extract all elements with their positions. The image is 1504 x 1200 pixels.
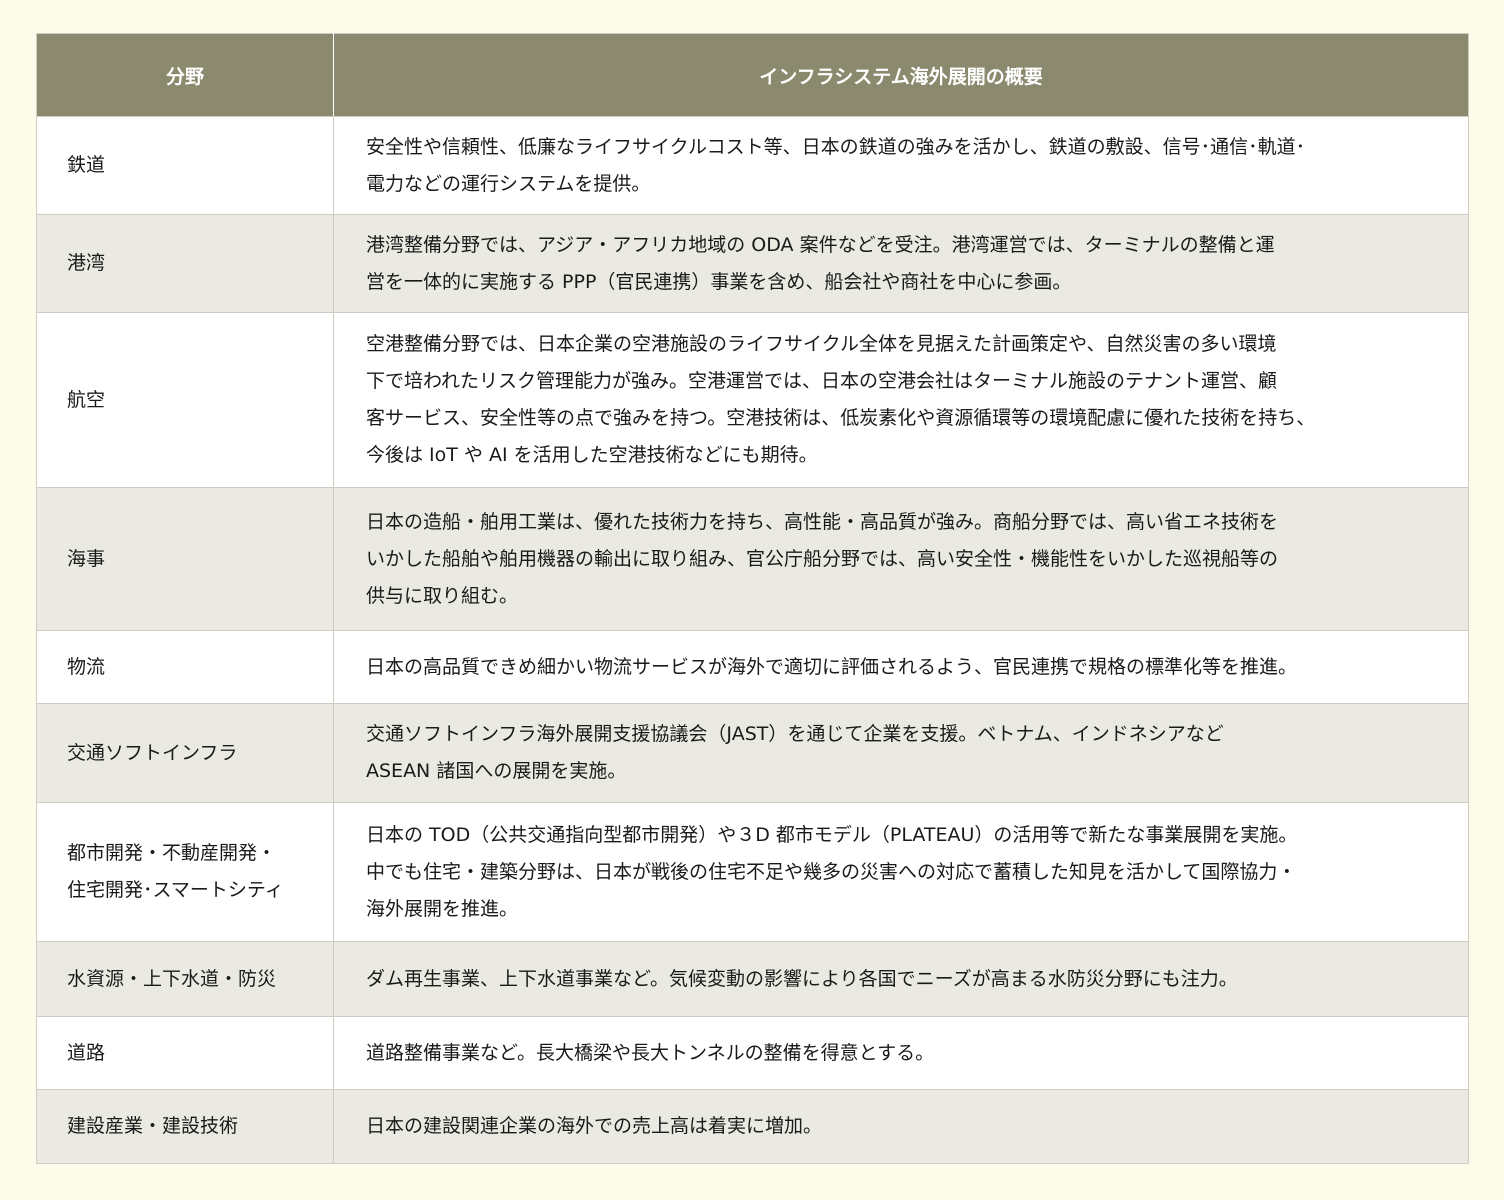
field-cell: 都市開発・不動産開発・ 住宅開発･スマートシティ: [36, 802, 334, 942]
desc-cell: 空港整備分野では、日本企業の空港施設のライフサイクル全体を見据えた計画策定や、自…: [333, 312, 1469, 488]
table-row: 港湾 港湾整備分野では、アジア・アフリカ地域の ODA 案件などを受注。港湾運営…: [36, 214, 1469, 313]
field-cell: 港湾: [36, 214, 334, 313]
desc-cell: ダム再生事業、上下水道事業など。気候変動の影響により各国でニーズが高まる水防災分…: [333, 941, 1469, 1017]
desc-cell: 日本の高品質できめ細かい物流サービスが海外で適切に評価されるよう、官民連携で規格…: [333, 630, 1469, 704]
table-row: 航空 空港整備分野では、日本企業の空港施設のライフサイクル全体を見据えた計画策定…: [36, 312, 1469, 488]
table-row: 建設産業・建設技術 日本の建設関連企業の海外での売上高は着実に増加。: [36, 1089, 1469, 1164]
header-field: 分野: [36, 33, 334, 117]
desc-cell: 交通ソフトインフラ海外展開支援協議会（JAST）を通じて企業を支援。ベトナム、イ…: [333, 703, 1469, 803]
table-row: 鉄道 安全性や信頼性、低廉なライフサイクルコスト等、日本の鉄道の強みを活かし、鉄…: [36, 116, 1469, 215]
field-cell: 建設産業・建設技術: [36, 1089, 334, 1164]
desc-cell: 日本の建設関連企業の海外での売上高は着実に増加。: [333, 1089, 1469, 1164]
table-row: 交通ソフトインフラ 交通ソフトインフラ海外展開支援協議会（JAST）を通じて企業…: [36, 703, 1469, 803]
field-cell: 航空: [36, 312, 334, 488]
field-cell: 海事: [36, 487, 334, 631]
field-cell: 交通ソフトインフラ: [36, 703, 334, 803]
desc-cell: 道路整備事業など。長大橋梁や長大トンネルの整備を得意とする。: [333, 1016, 1469, 1090]
table-header-row: 分野 インフラシステム海外展開の概要: [36, 33, 1469, 117]
table-row: 物流 日本の高品質できめ細かい物流サービスが海外で適切に評価されるよう、官民連携…: [36, 630, 1469, 704]
header-overview: インフラシステム海外展開の概要: [333, 33, 1469, 117]
desc-cell: 日本の TOD（公共交通指向型都市開発）や３D 都市モデル（PLATEAU）の活…: [333, 802, 1469, 942]
field-cell: 道路: [36, 1016, 334, 1090]
infra-table-container: 分野 インフラシステム海外展開の概要 鉄道 安全性や信頼性、低廉なライフサイクル…: [36, 33, 1469, 1164]
table-row: 都市開発・不動産開発・ 住宅開発･スマートシティ 日本の TOD（公共交通指向型…: [36, 802, 1469, 942]
table-row: 海事 日本の造船・舶用工業は、優れた技術力を持ち、高性能・高品質が強み。商船分野…: [36, 487, 1469, 631]
infra-overview-table: 分野 インフラシステム海外展開の概要 鉄道 安全性や信頼性、低廉なライフサイクル…: [36, 33, 1469, 1164]
field-cell: 鉄道: [36, 116, 334, 215]
table-row: 水資源・上下水道・防災 ダム再生事業、上下水道事業など。気候変動の影響により各国…: [36, 941, 1469, 1017]
table-row: 道路 道路整備事業など。長大橋梁や長大トンネルの整備を得意とする。: [36, 1016, 1469, 1090]
desc-cell: 安全性や信頼性、低廉なライフサイクルコスト等、日本の鉄道の強みを活かし、鉄道の敷…: [333, 116, 1469, 215]
field-cell: 物流: [36, 630, 334, 704]
desc-cell: 港湾整備分野では、アジア・アフリカ地域の ODA 案件などを受注。港湾運営では、…: [333, 214, 1469, 313]
field-cell: 水資源・上下水道・防災: [36, 941, 334, 1017]
desc-cell: 日本の造船・舶用工業は、優れた技術力を持ち、高性能・高品質が強み。商船分野では、…: [333, 487, 1469, 631]
